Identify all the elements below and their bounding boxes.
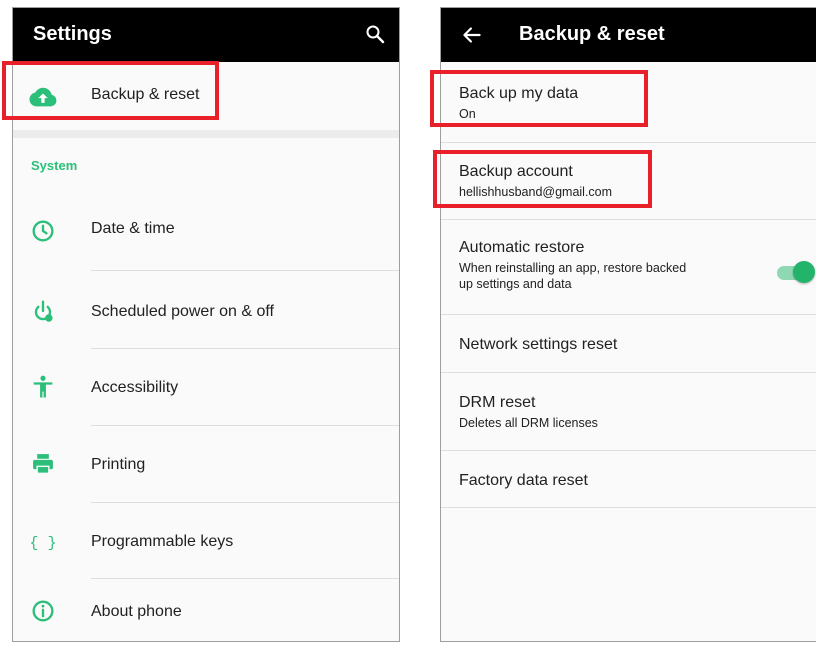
settings-app-bar: Settings [13, 8, 399, 62]
divider [441, 219, 816, 220]
braces-icon: { } [29, 534, 56, 552]
divider [91, 578, 399, 579]
divider [91, 502, 399, 503]
settings-title: Settings [33, 23, 112, 45]
settings-item-about-phone[interactable]: About phone [13, 581, 399, 641]
pref-title: Network settings reset [459, 336, 618, 353]
divider [91, 425, 399, 426]
svg-text:{ }: { } [29, 534, 56, 552]
pref-factory-data-reset[interactable]: Factory data reset [459, 471, 588, 491]
power-schedule-icon [34, 300, 53, 322]
divider [441, 142, 816, 143]
pref-summary: Deletes all DRM licenses [459, 416, 598, 430]
pref-title: Factory data reset [459, 472, 588, 489]
divider [91, 270, 399, 271]
divider [441, 314, 816, 315]
backup-reset-app-bar: Backup & reset [441, 8, 816, 62]
back-arrow-icon[interactable] [459, 22, 485, 48]
divider [91, 348, 399, 349]
pref-summary-line1: When reinstalling an app, restore backed [459, 261, 687, 275]
settings-item-scheduled-power[interactable]: Scheduled power on & off [13, 273, 399, 348]
highlight-backup-account [433, 150, 652, 208]
accessibility-icon [33, 375, 53, 398]
settings-item-programmable-keys[interactable]: { } Programmable keys [13, 505, 399, 578]
pref-network-settings-reset[interactable]: Network settings reset [459, 335, 617, 355]
section-header-system: System [31, 158, 78, 173]
divider [441, 507, 816, 508]
settings-item-label: Programmable keys [91, 533, 234, 550]
printer-icon [33, 454, 53, 475]
info-icon [32, 600, 54, 622]
highlight-back-up-my-data [430, 70, 648, 127]
settings-item-label: About phone [91, 603, 182, 620]
pref-title: DRM reset [459, 394, 536, 411]
pref-drm-reset[interactable]: DRM reset Deletes all DRM licenses [459, 393, 598, 431]
section-gap [13, 130, 399, 138]
backup-reset-title: Backup & reset [519, 23, 665, 45]
divider [441, 372, 816, 373]
settings-item-label: Accessibility [91, 379, 179, 396]
pref-automatic-restore[interactable]: Automatic restore When reinstalling an a… [459, 238, 759, 292]
highlight-backup-reset [2, 61, 219, 120]
pref-summary-line2: up settings and data [459, 277, 572, 291]
search-icon[interactable] [363, 22, 387, 46]
divider [441, 450, 816, 451]
pref-title: Automatic restore [459, 239, 585, 256]
settings-item-accessibility[interactable]: Accessibility [13, 351, 399, 424]
settings-item-printing[interactable]: Printing [13, 428, 399, 501]
settings-item-label: Printing [91, 456, 146, 473]
clock-icon [32, 220, 54, 242]
toggle-thumb[interactable] [793, 261, 815, 283]
settings-item-label: Scheduled power on & off [91, 303, 274, 320]
settings-item-date-time[interactable]: Date & time [13, 198, 399, 268]
settings-item-label: Date & time [91, 220, 175, 237]
